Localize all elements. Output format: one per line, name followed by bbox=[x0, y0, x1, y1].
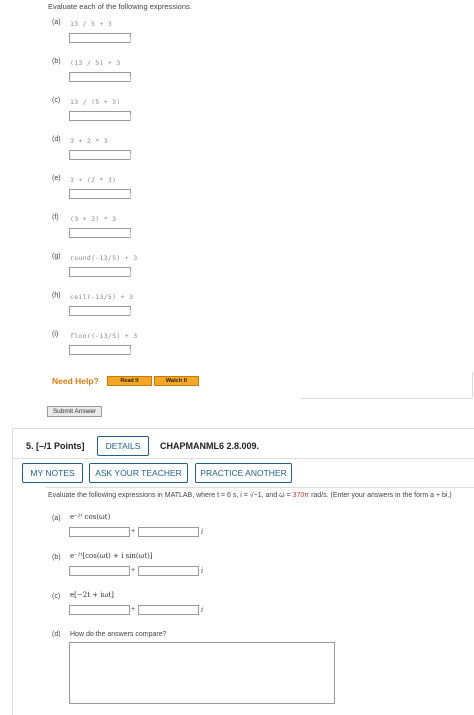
divider bbox=[300, 398, 472, 399]
math-expression: e⁻²ᵗ cos(ωt) bbox=[70, 513, 111, 521]
submit-answer-button[interactable]: Submit Answer bbox=[47, 406, 102, 417]
practice-another-button[interactable]: PRACTICE ANOTHER bbox=[195, 463, 292, 483]
expression: 13 / (5 + 3) bbox=[70, 98, 121, 106]
real-part-input-c[interactable] bbox=[69, 605, 130, 615]
expression: floor(-13/5) + 3 bbox=[70, 332, 138, 340]
sub-letter: (b) bbox=[52, 554, 61, 561]
divider bbox=[12, 458, 474, 459]
intro-text: Evaluate each of the following expressio… bbox=[48, 2, 192, 11]
question-divider bbox=[12, 428, 474, 429]
compare-answer-textarea[interactable] bbox=[69, 642, 335, 704]
divider bbox=[472, 372, 473, 398]
answer-input-e[interactable] bbox=[69, 189, 131, 199]
imaginary-unit: i bbox=[201, 528, 204, 536]
omega-value: 370π bbox=[292, 492, 310, 499]
expression: (13 / 5) + 3 bbox=[70, 59, 121, 67]
imag-part-input-c[interactable] bbox=[138, 605, 199, 615]
math-expression: e[−2t + iωt] bbox=[70, 591, 114, 599]
prompt-end: rad/s. (Enter your answers in the form a… bbox=[309, 492, 452, 499]
ask-teacher-button[interactable]: ASK YOUR TEACHER bbox=[89, 463, 188, 483]
part-letter: (i) bbox=[52, 331, 59, 338]
answer-input-i[interactable] bbox=[69, 345, 131, 355]
imag-part-input-a[interactable] bbox=[138, 527, 199, 537]
prompt-mid: , and ω = bbox=[261, 492, 293, 499]
part-letter: (a) bbox=[52, 19, 61, 26]
real-part-input-b[interactable] bbox=[69, 566, 130, 576]
expression: ceil(-13/5) + 3 bbox=[70, 293, 134, 301]
sub-letter: (c) bbox=[52, 593, 61, 600]
part-letter: (b) bbox=[52, 58, 61, 65]
read-it-button[interactable]: Read It bbox=[107, 376, 152, 386]
answer-input-a[interactable] bbox=[69, 33, 131, 43]
sub-letter: (d) bbox=[52, 631, 61, 638]
plus-sign: + bbox=[131, 528, 136, 535]
question-title: 5. [–/1 Points] bbox=[26, 441, 85, 451]
imaginary-unit: i bbox=[201, 606, 204, 614]
imaginary-unit: i bbox=[201, 567, 204, 575]
expression: round(-13/5) + 3 bbox=[70, 254, 138, 262]
answer-input-c[interactable] bbox=[69, 111, 131, 121]
expression: 3 + (2 * 3) bbox=[70, 176, 117, 184]
divider bbox=[12, 428, 13, 715]
expression: (3 + 2) * 3 bbox=[70, 215, 117, 223]
part-letter: (h) bbox=[52, 292, 61, 299]
sqrt-minus-one: √−1 bbox=[249, 492, 262, 499]
imag-part-input-b[interactable] bbox=[138, 566, 199, 576]
part-letter: (e) bbox=[52, 175, 61, 182]
divider bbox=[46, 487, 474, 488]
my-notes-button[interactable]: MY NOTES bbox=[22, 463, 83, 483]
details-button[interactable]: DETAILS bbox=[97, 436, 149, 456]
expression: 13 / 5 + 3 bbox=[70, 20, 113, 28]
sub-letter: (a) bbox=[52, 515, 61, 522]
question-prompt: Evaluate the following expressions in MA… bbox=[48, 492, 452, 499]
part-letter: (c) bbox=[52, 97, 61, 104]
compare-question: How do the answers compare? bbox=[70, 631, 167, 638]
plus-sign: + bbox=[131, 606, 136, 613]
math-expression: e⁻²ᵗ[cos(ωt) + i sin(ωt)] bbox=[70, 552, 153, 560]
prompt-start: Evaluate the following expressions in MA… bbox=[48, 492, 250, 499]
real-part-input-a[interactable] bbox=[69, 527, 130, 537]
part-letter: (f) bbox=[52, 214, 59, 221]
question-code: CHAPMANML6 2.8.009. bbox=[160, 441, 260, 451]
plus-sign: + bbox=[131, 567, 136, 574]
answer-input-b[interactable] bbox=[69, 72, 131, 82]
answer-input-h[interactable] bbox=[69, 306, 131, 316]
answer-input-f[interactable] bbox=[69, 228, 131, 238]
watch-it-button[interactable]: Watch It bbox=[154, 376, 199, 386]
part-letter: (g) bbox=[52, 253, 61, 260]
need-help-label: Need Help? bbox=[52, 376, 99, 386]
answer-input-g[interactable] bbox=[69, 267, 131, 277]
part-letter: (d) bbox=[52, 136, 61, 143]
expression: 3 + 2 * 3 bbox=[70, 137, 108, 145]
answer-input-d[interactable] bbox=[69, 150, 131, 160]
